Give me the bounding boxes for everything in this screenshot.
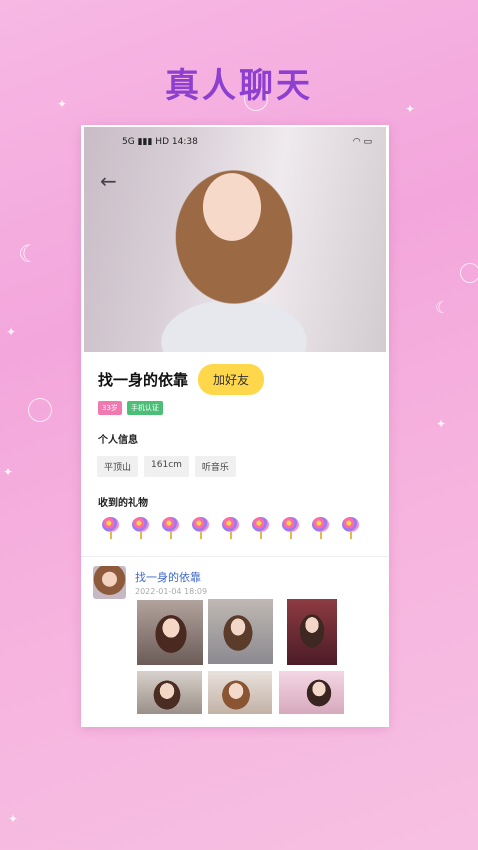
post-author[interactable]: 找一身的依靠 xyxy=(135,569,207,585)
lollipop-icon xyxy=(281,517,300,539)
bubble-decoration xyxy=(28,398,52,422)
status-time: 14:38 xyxy=(171,137,198,147)
post-photo[interactable] xyxy=(137,600,203,665)
gifts-section-title: 收到的礼物 xyxy=(98,498,148,509)
lollipop-icon xyxy=(191,517,210,539)
post-photo[interactable] xyxy=(208,599,273,664)
info-tags: 平顶山 161cm 听音乐 xyxy=(81,446,389,477)
post-photo-grid xyxy=(136,599,351,719)
lollipop-icon xyxy=(131,517,150,539)
post-photo[interactable] xyxy=(279,671,344,714)
profile-header: 找一身的依靠 加好友 xyxy=(81,352,389,395)
nickname: 找一身的依靠 xyxy=(98,371,189,389)
sparkle-icon: ✦ xyxy=(436,417,447,431)
bubble-decoration xyxy=(460,263,478,283)
sparkle-icon: ✦ xyxy=(8,812,19,826)
profile-photo[interactable]: 5G ▮▮▮ HD 14:38 ◠ ▭ ← xyxy=(84,127,386,352)
post-photo[interactable] xyxy=(208,671,272,714)
sparkle-icon: ✦ xyxy=(3,465,14,479)
tag-height: 161cm xyxy=(144,456,189,477)
hd-label: HD xyxy=(155,137,169,147)
lollipop-icon xyxy=(341,517,360,539)
phone-verified-badge: 手机认证 xyxy=(126,401,163,415)
page-headline: 真人聊天 xyxy=(165,66,313,106)
post-photo[interactable] xyxy=(137,671,202,714)
avatar[interactable] xyxy=(93,566,126,599)
post-photo[interactable] xyxy=(287,599,337,665)
info-section-title: 个人信息 xyxy=(98,435,138,446)
phone-status-bar: 5G ▮▮▮ HD 14:38 ◠ ▭ xyxy=(122,137,372,147)
wifi-battery-icon: ◠ ▭ xyxy=(352,137,372,147)
moon-icon: ☾ xyxy=(18,240,40,268)
signal-label: 5G xyxy=(122,137,135,147)
post-meta: 找一身的依靠 2022-01-04 18:09 xyxy=(135,566,207,599)
moon-icon: ☾ xyxy=(435,298,450,317)
lollipop-icon xyxy=(161,517,180,539)
add-friend-button[interactable]: 加好友 xyxy=(198,364,265,395)
tag-city: 平顶山 xyxy=(97,456,139,477)
lollipop-icon xyxy=(311,517,330,539)
lollipop-icon xyxy=(101,517,120,539)
post-time: 2022-01-04 18:09 xyxy=(135,587,208,596)
profile-card: 5G ▮▮▮ HD 14:38 ◠ ▭ ← 找一身的依靠 加好友 33岁 手机认… xyxy=(81,125,389,727)
badge-row: 33岁 手机认证 xyxy=(81,395,389,415)
lollipop-icon xyxy=(251,517,270,539)
back-arrow-icon[interactable]: ← xyxy=(100,169,117,193)
post-header: 找一身的依靠 2022-01-04 18:09 xyxy=(81,557,389,599)
sparkle-icon: ✦ xyxy=(6,325,17,339)
gift-list xyxy=(81,509,389,539)
age-badge: 33岁 xyxy=(98,401,122,415)
lollipop-icon xyxy=(221,517,240,539)
tag-hobby: 听音乐 xyxy=(194,456,236,477)
